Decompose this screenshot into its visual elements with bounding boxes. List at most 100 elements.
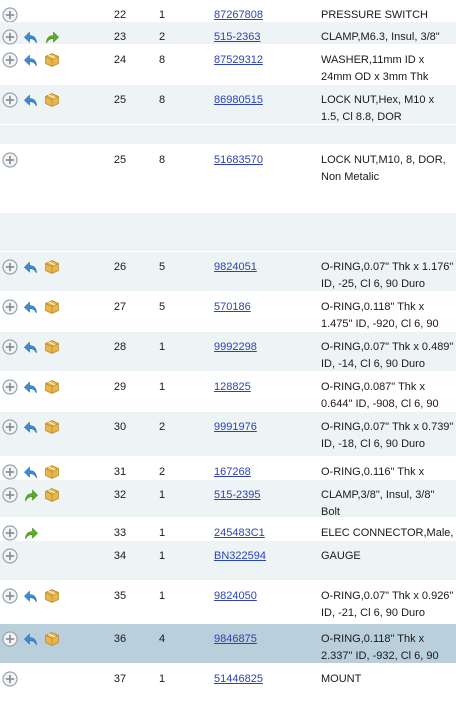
box-icon[interactable] xyxy=(44,339,60,355)
quantity: 8 xyxy=(158,54,166,66)
part-number-link[interactable]: 245483C1 xyxy=(214,525,265,542)
return-arrow-icon[interactable] xyxy=(23,588,39,604)
part-description: LOCK NUT,Hex, M10 x 1.5, Cl 8.8, DOR xyxy=(321,94,435,123)
add-circle-icon[interactable] xyxy=(2,671,18,687)
part-number-link[interactable]: BN322594 xyxy=(214,548,266,565)
table-row[interactable]: 30 2 9991976 O-RING,0.07" Thk x 0.739" ID, … xyxy=(0,412,456,457)
table-row[interactable]: 22 1 87267808 PRESSURE SWITCH xyxy=(0,0,456,23)
table-row[interactable]: 232515-2363CLAMP,M6.3, Insul, 3/8" Bolt xyxy=(0,22,456,60)
table-row[interactable]: 26 5 9824051 O-RING,0.07" Thk x 1.176" ID, … xyxy=(0,252,456,292)
part-description: WASHER,11mm ID x 24mm OD x 3mm Thk xyxy=(321,54,429,83)
part-number-link[interactable]: 515-2363 xyxy=(214,29,261,46)
add-circle-icon[interactable] xyxy=(2,92,18,108)
table-row[interactable]: 24 8 87529312 WASHER,11mm ID x 24mm OD x 3m… xyxy=(0,45,456,85)
box-icon[interactable] xyxy=(44,588,60,604)
add-circle-icon[interactable] xyxy=(2,52,18,68)
return-arrow-icon[interactable] xyxy=(23,631,39,647)
part-number-link[interactable]: 9991976 xyxy=(214,419,257,436)
item-number: 36 xyxy=(113,633,127,645)
box-icon[interactable] xyxy=(44,52,60,68)
box-icon[interactable] xyxy=(44,92,60,108)
item-number: 30 xyxy=(113,421,127,433)
add-circle-icon[interactable] xyxy=(2,29,18,45)
part-number-link[interactable]: 570186 xyxy=(214,299,251,316)
part-description: CLAMP,3/8", Insul, 3/8" Bolt xyxy=(321,489,435,518)
return-arrow-icon[interactable] xyxy=(23,419,39,435)
box-icon[interactable] xyxy=(44,631,60,647)
table-row[interactable]: 25 8 86980515 LOCK NUT,Hex, M10 x 1.5, Cl 8… xyxy=(0,85,456,125)
return-arrow-icon[interactable] xyxy=(23,29,39,45)
item-number: 25 xyxy=(113,154,127,166)
return-arrow-icon[interactable] xyxy=(23,379,39,395)
item-number: 28 xyxy=(113,341,127,353)
part-number-link[interactable]: 167268 xyxy=(214,464,251,481)
forward-arrow-icon[interactable] xyxy=(44,29,60,45)
add-circle-icon[interactable] xyxy=(2,525,18,541)
item-number: 32 xyxy=(113,489,127,501)
box-icon[interactable] xyxy=(44,487,60,503)
add-circle-icon[interactable] xyxy=(2,152,18,168)
add-circle-icon[interactable] xyxy=(2,259,18,275)
part-number-link[interactable]: 9824050 xyxy=(214,588,257,605)
add-circle-icon[interactable] xyxy=(2,588,18,604)
quantity: 1 xyxy=(158,590,166,602)
forward-arrow-icon[interactable] xyxy=(23,525,39,541)
item-number: 27 xyxy=(113,301,127,313)
box-icon[interactable] xyxy=(44,464,60,480)
return-arrow-icon[interactable] xyxy=(23,92,39,108)
part-number-link[interactable]: 515-2395 xyxy=(214,487,261,504)
part-description: O-RING,0.07" Thk x 0.926" ID, -21, Cl 6,… xyxy=(321,590,454,619)
box-icon[interactable] xyxy=(44,419,60,435)
add-circle-icon[interactable] xyxy=(2,464,18,480)
part-number-link[interactable]: 51683570 xyxy=(214,152,263,169)
table-row[interactable]: 34 1 BN322594 GAUGE xyxy=(0,541,456,581)
box-icon[interactable] xyxy=(44,299,60,315)
add-circle-icon[interactable] xyxy=(2,419,18,435)
table-row[interactable]: 331245483C1ELEC CONNECTOR,Male, 2 Pin xyxy=(0,518,456,556)
table-row[interactable]: 25 8 51683570 LOCK NUT,M10, 8, DOR, Non Met… xyxy=(0,145,456,185)
box-icon[interactable] xyxy=(44,379,60,395)
table-row[interactable]: 32 1 515-2395 CLAMP,3/8", Insul, 3/8" Bolt xyxy=(0,480,456,518)
quantity: 1 xyxy=(158,341,166,353)
table-row[interactable]: 312167268O-RING,0.116" Thk x 1.171" ID, … xyxy=(0,457,456,512)
add-circle-icon[interactable] xyxy=(2,379,18,395)
part-number-link[interactable]: 9992298 xyxy=(214,339,257,356)
table-spacer-row xyxy=(0,213,456,252)
quantity: 8 xyxy=(158,154,166,166)
add-circle-icon[interactable] xyxy=(2,339,18,355)
add-circle-icon[interactable] xyxy=(2,548,18,564)
item-number: 25 xyxy=(113,94,127,106)
table-spacer-row xyxy=(0,125,456,145)
item-number: 24 xyxy=(113,54,127,66)
table-row-selected[interactable]: 36 4 9846875 O-RING,0.118" Thk x 2.337" ID,… xyxy=(0,624,456,679)
part-number-link[interactable]: 128825 xyxy=(214,379,251,396)
return-arrow-icon[interactable] xyxy=(23,464,39,480)
table-row[interactable]: 37 1 51446825 MOUNT xyxy=(0,664,456,709)
item-number: 37 xyxy=(113,673,127,685)
quantity: 2 xyxy=(158,466,166,478)
box-icon[interactable] xyxy=(44,259,60,275)
table-row[interactable]: 35 1 9824050 O-RING,0.07" Thk x 0.926" ID, … xyxy=(0,581,456,624)
part-number-link[interactable]: 9824051 xyxy=(214,259,257,276)
quantity: 1 xyxy=(158,550,166,562)
table-row[interactable]: 27 5 570186 O-RING,0.118" Thk x 1.475" ID, … xyxy=(0,292,456,347)
item-number: 29 xyxy=(113,381,127,393)
part-description: O-RING,0.07" Thk x 0.739" ID, -18, Cl 6,… xyxy=(321,421,454,450)
return-arrow-icon[interactable] xyxy=(23,299,39,315)
add-circle-icon[interactable] xyxy=(2,487,18,503)
add-circle-icon[interactable] xyxy=(2,631,18,647)
table-row[interactable]: 28 1 9992298 O-RING,0.07" Thk x 0.489" ID, … xyxy=(0,332,456,372)
return-arrow-icon[interactable] xyxy=(23,339,39,355)
part-description: GAUGE xyxy=(321,550,361,562)
table-row[interactable]: 29 1 128825 O-RING,0.087" Thk x 0.644" ID, … xyxy=(0,372,456,427)
forward-arrow-icon[interactable] xyxy=(23,487,39,503)
return-arrow-icon[interactable] xyxy=(23,259,39,275)
part-number-link[interactable]: 9846875 xyxy=(214,631,257,648)
part-number-link[interactable]: 86980515 xyxy=(214,92,263,109)
part-description: MOUNT xyxy=(321,673,362,685)
add-circle-icon[interactable] xyxy=(2,299,18,315)
return-arrow-icon[interactable] xyxy=(23,52,39,68)
part-number-link[interactable]: 51446825 xyxy=(214,671,263,688)
add-circle-icon[interactable] xyxy=(2,7,18,23)
part-number-link[interactable]: 87529312 xyxy=(214,52,263,69)
